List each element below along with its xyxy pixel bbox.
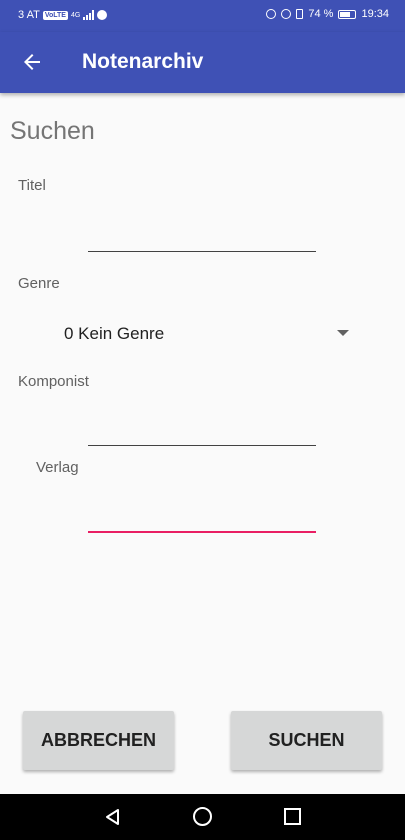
verlag-input[interactable] [88,499,316,533]
page-heading: Suchen [10,117,95,145]
vibrate-icon [296,9,304,19]
arrow-left-icon[interactable] [20,50,44,74]
app-title: Notenarchiv [82,50,204,73]
genre-dropdown[interactable]: 0 Kein Genre [64,315,359,351]
app-bar: Notenarchiv [0,32,405,93]
alarm-icon [281,9,292,19]
headphones-icon [266,9,277,19]
titel-input[interactable] [88,218,316,252]
status-left: 3 AT VoLTE 4G [18,9,108,21]
spotify-icon [97,10,108,20]
battery-icon [338,9,357,19]
cancel-button[interactable]: ABBRECHEN [23,711,174,770]
volte-badge: VoLTE [42,10,68,20]
carrier-label: 3 AT [18,9,40,21]
komponist-input[interactable] [88,412,316,446]
verlag-label: Verlag [36,459,79,476]
nav-recents-icon[interactable] [284,808,301,825]
genre-label: Genre [18,275,60,292]
komponist-label: Komponist [18,373,89,390]
nav-back-icon[interactable] [104,808,122,826]
system-nav-bar [0,794,405,840]
titel-label: Titel [18,177,46,194]
nav-home-icon[interactable] [193,807,212,826]
genre-selected-value: 0 Kein Genre [64,324,165,343]
signal-icon [83,10,95,20]
status-bar: 3 AT VoLTE 4G 74 % 19:34 [0,0,405,32]
search-button[interactable]: SUCHEN [231,711,382,770]
status-right: 74 % 19:34 [266,8,389,20]
network-type-label: 4G [70,11,81,19]
battery-percent: 74 % [308,8,334,20]
dropdown-arrow-icon [337,330,349,336]
clock: 19:34 [361,8,389,20]
